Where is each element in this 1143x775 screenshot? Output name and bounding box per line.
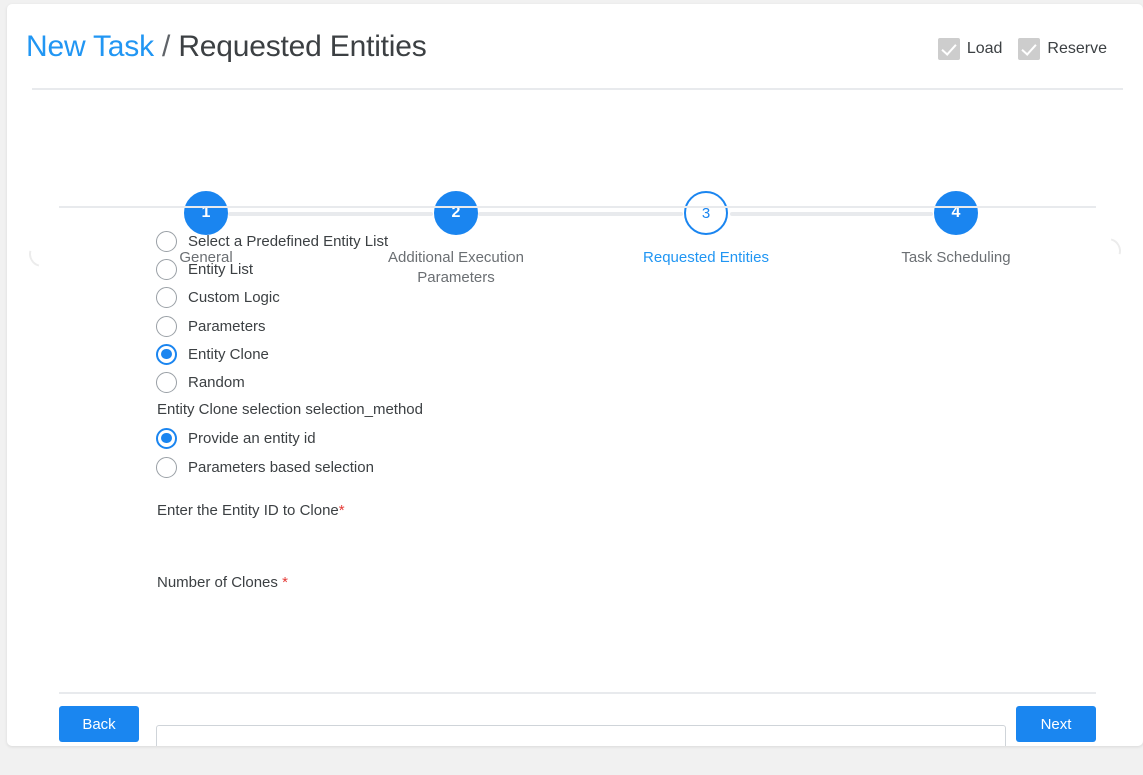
radio-random[interactable]: Random (156, 368, 245, 396)
checkbox-reserve[interactable]: Reserve (1018, 38, 1107, 60)
app-root: New Task / Requested Entities Load Reser… (0, 0, 1143, 775)
breadcrumb-new-task[interactable]: New Task (26, 30, 154, 63)
checkbox-reserve-label: Reserve (1047, 40, 1107, 57)
radio-entity-clone[interactable]: Entity Clone (156, 340, 269, 368)
page-title: New Task / Requested Entities (26, 30, 427, 64)
selection-method-label: Entity Clone selection selection_method (157, 401, 423, 418)
radio-icon (156, 258, 177, 280)
radio-icon (156, 371, 177, 393)
radio-icon (156, 456, 177, 478)
entity-id-field-label-text: Enter the Entity ID to Clone (157, 502, 339, 519)
checkbox-load[interactable]: Load (937, 38, 1003, 60)
check-icon (937, 38, 960, 60)
radio-provide-an-entity-id[interactable]: Provide an entity id (156, 424, 316, 452)
radio-parameters-based-selection-label: Parameters based selection (188, 458, 374, 476)
breadcrumb-separator: / (162, 30, 171, 63)
wizard-card: New Task / Requested Entities Load Reser… (7, 4, 1143, 746)
required-marker: * (282, 574, 288, 591)
radio-parameters-label: Parameters (188, 317, 266, 335)
radio-custom-logic-label: Custom Logic (188, 288, 280, 306)
back-button[interactable]: Back (59, 706, 139, 742)
radio-random-label: Random (188, 373, 245, 391)
radio-provide-an-entity-id-label: Provide an entity id (188, 429, 316, 447)
radio-entity-list[interactable]: Entity List (156, 255, 253, 283)
radio-icon (156, 315, 177, 337)
wizard-stepper: 1 General 2 Additional Execution Paramet… (7, 88, 1143, 286)
entity-id-field-label: Enter the Entity ID to Clone* (157, 502, 345, 519)
radio-custom-logic[interactable]: Custom Logic (156, 283, 280, 311)
radio-icon (156, 343, 177, 365)
number-of-clones-field-label: Number of Clones * (157, 574, 288, 591)
next-button[interactable]: Next (1016, 706, 1096, 742)
radio-select-a-predefined-entity-list-label: Select a Predefined Entity List (188, 232, 389, 250)
radio-entity-clone-label: Entity Clone (188, 345, 269, 363)
radio-icon (156, 230, 177, 252)
radio-icon (156, 286, 177, 308)
required-marker: * (338, 502, 345, 519)
radio-parameters[interactable]: Parameters (156, 312, 266, 340)
number-of-clones-field-label-text: Number of Clones (157, 574, 283, 591)
entity-id-input[interactable] (156, 725, 1006, 746)
radio-select-a-predefined-entity-list[interactable]: Select a Predefined Entity List (156, 227, 388, 255)
page-header: New Task / Requested Entities Load Reser… (7, 4, 1143, 88)
breadcrumb-current-step: Requested Entities (178, 30, 427, 63)
radio-entity-list-label: Entity List (188, 260, 254, 278)
checkbox-load-label: Load (966, 40, 1003, 57)
radio-parameters-based-selection[interactable]: Parameters based selection (156, 453, 374, 481)
check-icon (1018, 38, 1041, 60)
radio-icon (156, 427, 177, 449)
footer-divider (59, 692, 1096, 694)
requested-entities-form: Select a Predefined Entity List Entity L… (7, 206, 1143, 746)
header-checkbox-group: Load Reserve (937, 38, 1107, 60)
